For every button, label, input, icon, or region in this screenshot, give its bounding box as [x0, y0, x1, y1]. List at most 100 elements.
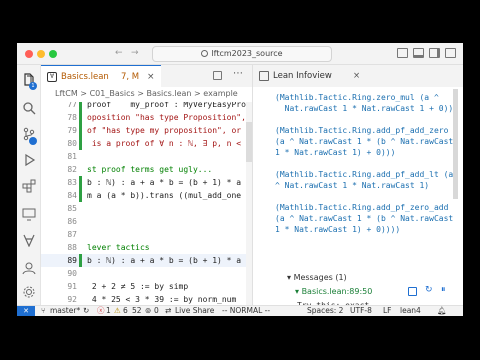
gutter-marker [79, 189, 82, 202]
error-icon[interactable]: ⓧ [97, 306, 105, 316]
forward-arrow-icon[interactable]: → [131, 48, 139, 58]
sync-icon[interactable]: ↻ [83, 306, 89, 316]
code-text: b : ℕ) : a + a * b = (b + 1) * a [87, 178, 242, 187]
code-line[interactable]: 90 [41, 267, 252, 280]
extensions-icon[interactable] [22, 179, 36, 193]
copy-to-editor-icon[interactable] [408, 287, 417, 296]
lean-forall-icon[interactable] [22, 233, 36, 247]
code-line[interactable]: 84 m a (a * b)).trans ((mul_add_one [41, 189, 252, 202]
line-number: 84 [67, 191, 77, 200]
code-line[interactable]: 77 proof my_proof : MyVeryEasyPro [41, 102, 252, 111]
code-line[interactable]: 88 lever tactics [41, 241, 252, 254]
maximize-window-button[interactable] [49, 50, 57, 58]
breadcrumb-subfolder[interactable]: C01_Basics [90, 89, 135, 98]
close-window-button[interactable] [25, 50, 33, 58]
breadcrumb-file[interactable]: Basics.lean [146, 89, 191, 98]
code-text: oposition "has type Proposition", c [87, 113, 252, 122]
refresh-icon[interactable]: ↻ [425, 285, 433, 295]
live-share-button[interactable]: Live Share [175, 306, 214, 316]
gutter-marker [79, 280, 82, 293]
language-mode[interactable]: lean4 [400, 306, 421, 316]
gutter-marker [79, 163, 82, 176]
code-line[interactable]: 86 [41, 215, 252, 228]
message-location-link[interactable]: Basics.lean:89:50 [302, 287, 373, 296]
warning-icon[interactable]: ⚠ [114, 306, 121, 316]
line-number: 87 [67, 230, 77, 239]
more-actions-icon[interactable]: ⋯ [233, 68, 243, 79]
gutter-marker [79, 176, 82, 189]
notifications-bell-icon[interactable]: 🔔︎ [437, 306, 447, 316]
breadcrumb: LftCM > C01_Basics > Basics.lean > examp… [55, 89, 238, 98]
command-center[interactable]: lftcm2023_source [152, 46, 332, 62]
line-number: 89 [67, 256, 77, 265]
tab-filename: Basics.lean [61, 72, 109, 82]
infoview-tab[interactable]: Lean Infoview × [253, 65, 463, 87]
code-line[interactable]: 79 of "has type my proposition", or [41, 124, 252, 137]
back-arrow-icon[interactable]: ← [115, 48, 123, 58]
line-number: 85 [67, 204, 77, 213]
code-line[interactable]: 89 b : ℕ) : a + a * b = (b + 1) * a [41, 254, 252, 267]
code-line[interactable]: 87 [41, 228, 252, 241]
gutter-marker [79, 150, 82, 163]
command-center-label: lftcm2023_source [211, 49, 283, 58]
toggle-sidebar-icon[interactable] [397, 48, 408, 58]
account-icon[interactable] [22, 261, 36, 275]
code-line[interactable]: 91 2 + 2 ≠ 5 := by simp [41, 280, 252, 293]
code-line[interactable]: 81 [41, 150, 252, 163]
code-area[interactable]: 77 proof my_proof : MyVeryEasyPro 78 oposit… [41, 102, 252, 305]
code-text: m a (a * b)).trans ((mul_add_one [87, 191, 242, 200]
messages-section-header[interactable]: ▾ Messages (1) [287, 273, 347, 282]
remote-indicator[interactable]: ✕ [17, 306, 35, 316]
toggle-secondary-sidebar-icon[interactable] [429, 48, 440, 58]
infoview-tab-label: Lean Infoview [273, 71, 332, 81]
error-count[interactable]: 1 [106, 306, 111, 316]
goal-line: (a ^ Nat.rawCast 1 * (b ^ Nat.rawCast [275, 137, 454, 146]
goal-line: 1 * Nat.rawCast 1) + 0))) [275, 148, 396, 157]
git-branch[interactable]: master* [50, 306, 80, 316]
gutter-marker [79, 111, 82, 124]
broadcast-count[interactable]: 0 [154, 306, 159, 316]
lean-infoview-pane: Lean Infoview × (Mathlib.Tactic.Ring.zer… [253, 65, 463, 305]
run-debug-icon[interactable] [22, 153, 36, 167]
breadcrumb-folder[interactable]: LftCM [55, 89, 78, 98]
goal-line: (Mathlib.Tactic.Ring.add_pf_add_lt (a [275, 170, 454, 179]
customize-layout-icon[interactable] [445, 48, 456, 58]
tab-close-icon[interactable]: × [147, 66, 155, 88]
settings-gear-icon[interactable] [22, 285, 36, 299]
minimize-window-button[interactable] [37, 50, 45, 58]
code-line[interactable]: 82 st proof terms get ugly... [41, 163, 252, 176]
code-text: lever tactics [87, 243, 150, 252]
line-number: 80 [67, 139, 77, 148]
breadcrumb-symbol[interactable]: example [203, 89, 237, 98]
pause-icon[interactable]: ⏸ [441, 285, 446, 295]
line-number: 92 [67, 295, 77, 304]
search-icon[interactable] [22, 101, 36, 115]
toggle-panel-icon[interactable] [413, 48, 424, 58]
code-line[interactable]: 92 4 * 25 < 3 * 39 := by norm_num [41, 293, 252, 305]
message-location-header[interactable]: ▾ Basics.lean:89:50 [295, 287, 372, 296]
activity-bar: 1 [17, 65, 41, 305]
broadcast-icon[interactable]: ⊚ [145, 306, 151, 316]
code-line[interactable]: 78 oposition "has type Proposition", c [41, 111, 252, 124]
code-line[interactable]: 83 b : ℕ) : a + a * b = (b + 1) * a [41, 176, 252, 189]
remote-explorer-icon[interactable] [22, 207, 36, 221]
line-number: 88 [67, 243, 77, 252]
preview-icon [259, 71, 269, 81]
live-share-icon[interactable]: ⇄ [165, 306, 171, 316]
encoding[interactable]: UTF-8 [350, 306, 372, 316]
info-count[interactable]: 52 [132, 306, 142, 316]
code-line[interactable]: 80 is a proof of ∀ n : ℕ, ∃ p, n < [41, 137, 252, 150]
code-line[interactable]: 85 [41, 202, 252, 215]
tab-basics-lean[interactable]: ∀ Basics.lean 7, M × [41, 65, 161, 87]
tab-status-badge: 7, M [121, 72, 140, 82]
indentation[interactable]: Spaces: 2 [307, 306, 343, 316]
goal-line: ^ Nat.rawCast 1 * Nat.rawCast 1) [275, 181, 430, 190]
line-number: 82 [67, 165, 77, 174]
warning-count[interactable]: 6 [123, 306, 128, 316]
line-number: 77 [67, 102, 77, 109]
git-branch-icon[interactable]: ⑂ [41, 306, 46, 316]
split-editor-icon[interactable] [213, 71, 222, 80]
infoview-tab-close-icon[interactable]: × [353, 65, 360, 87]
end-of-line[interactable]: LF [383, 306, 392, 316]
infoview-scrollbar[interactable] [453, 89, 458, 199]
